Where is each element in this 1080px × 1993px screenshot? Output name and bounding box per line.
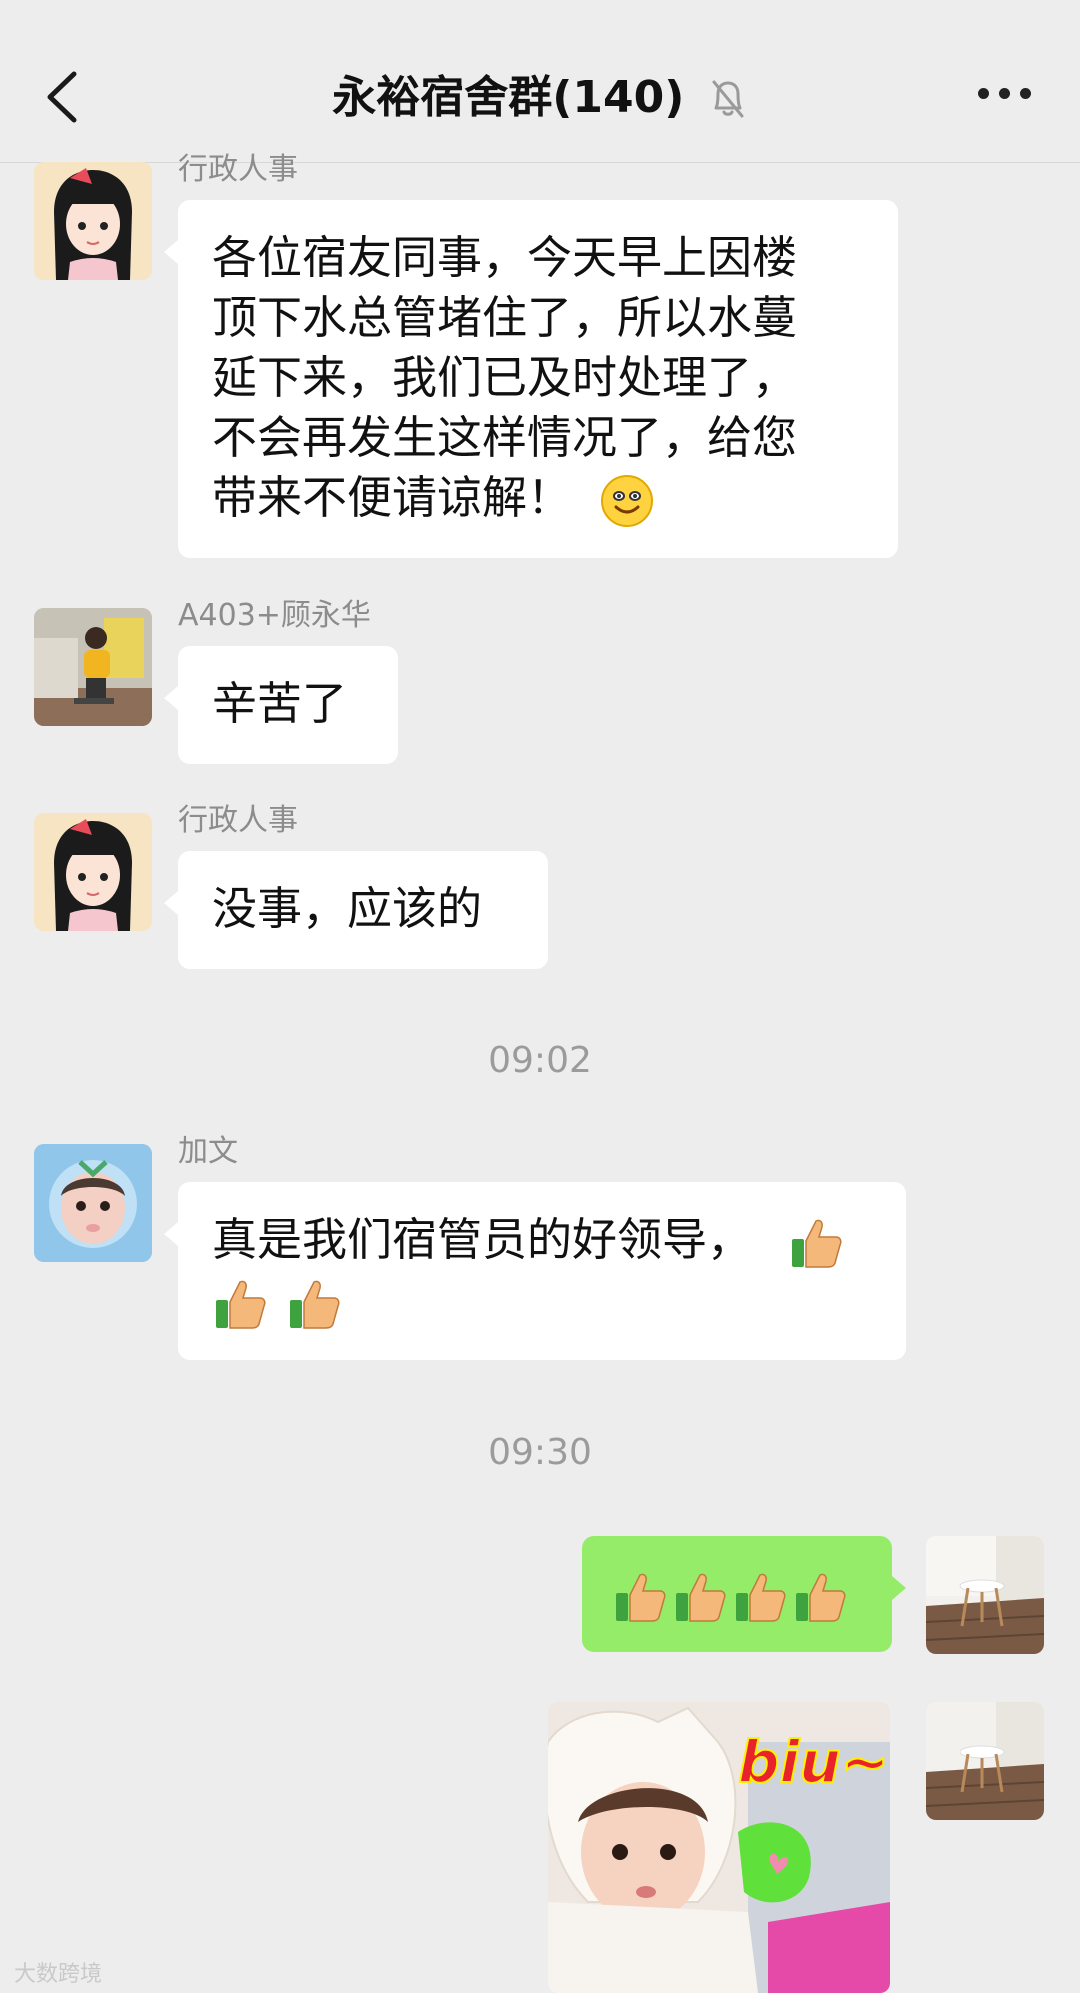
more-dot: [999, 88, 1010, 99]
message-line: 延下来，我们已及时处理了，: [212, 351, 798, 404]
message-line: 各位宿友同事，今天早上因楼: [212, 231, 798, 284]
timestamp: 09:30: [488, 1432, 592, 1473]
avatar-admin[interactable]: [34, 813, 152, 931]
avatar-photo-office-image: [34, 608, 152, 726]
message-bubble[interactable]: 辛苦了: [164, 646, 398, 764]
chat-title-area: 永裕宿舍群(140): [0, 66, 1080, 128]
thumbs-up-emoji: [216, 1280, 266, 1329]
more-dot: [1020, 88, 1031, 99]
message-line: 带来不便请谅解！: [212, 471, 573, 524]
avatar-admin[interactable]: [34, 162, 152, 280]
thumbs-up-emoji: [736, 1573, 786, 1622]
chat-title: 永裕宿舍群(140): [332, 72, 685, 123]
thumbs-up-emoji: [290, 1280, 340, 1329]
watermark: 大数跨境: [14, 1962, 103, 1987]
sender-name: 行政人事: [178, 803, 298, 838]
thumbs-up-emoji: [616, 1573, 666, 1622]
avatar-baby-photo-image: [34, 1144, 152, 1262]
message-line-1: 真是我们宿管员的好领导，: [212, 1210, 872, 1271]
message-bubble[interactable]: 没事，应该的: [164, 851, 548, 969]
sender-name: A403+顾永华: [178, 598, 371, 633]
message-bubble[interactable]: 真是我们宿管员的好领导，: [164, 1182, 906, 1360]
smile-emoji: [601, 475, 654, 527]
sender-name: 加文: [178, 1134, 238, 1169]
message-line-last: 带来不便请谅解！: [212, 468, 864, 528]
message-text: 真是我们宿管员的好领导，: [212, 1213, 753, 1266]
sticker-image[interactable]: biu~: [548, 1702, 890, 1993]
message-line-2: [212, 1271, 872, 1332]
message-text: 辛苦了: [212, 677, 348, 730]
more-button[interactable]: [978, 88, 1032, 104]
thumbs-up-emoji: [676, 1573, 726, 1622]
my-avatar[interactable]: [926, 1702, 1044, 1820]
avatar-jiawen[interactable]: [34, 1144, 152, 1262]
sticker-baby-biu-image: biu~: [548, 1702, 890, 1993]
more-dots-icon: [978, 88, 989, 99]
my-message-bubble[interactable]: [582, 1536, 906, 1652]
avatar-cartoon-girl-image: [34, 162, 152, 280]
bell-muted-icon: [712, 80, 744, 118]
message-text: 没事，应该的: [212, 882, 483, 935]
message-bubble[interactable]: 各位宿友同事，今天早上因楼 顶下水总管堵住了，所以水蔓 延下来，我们已及时处理了…: [164, 200, 898, 558]
message-line: 顶下水总管堵住了，所以水蔓: [212, 291, 798, 344]
sticker-text: biu~: [738, 1728, 889, 1796]
my-avatar[interactable]: [926, 1536, 1044, 1654]
avatar-a403[interactable]: [34, 608, 152, 726]
sender-name: 行政人事: [178, 152, 298, 187]
avatar-room-photo-image: [926, 1536, 1044, 1654]
timestamp: 09:02: [488, 1040, 592, 1081]
chat-header: 永裕宿舍群(140): [0, 0, 1080, 163]
thumbs-up-emoji: [796, 1573, 846, 1622]
thumbs-up-emoji: [792, 1219, 842, 1268]
message-line: 不会再发生这样情况了，给您: [212, 411, 798, 464]
avatar-room-photo-image: [926, 1702, 1044, 1820]
avatar-cartoon-girl-image: [34, 813, 152, 931]
